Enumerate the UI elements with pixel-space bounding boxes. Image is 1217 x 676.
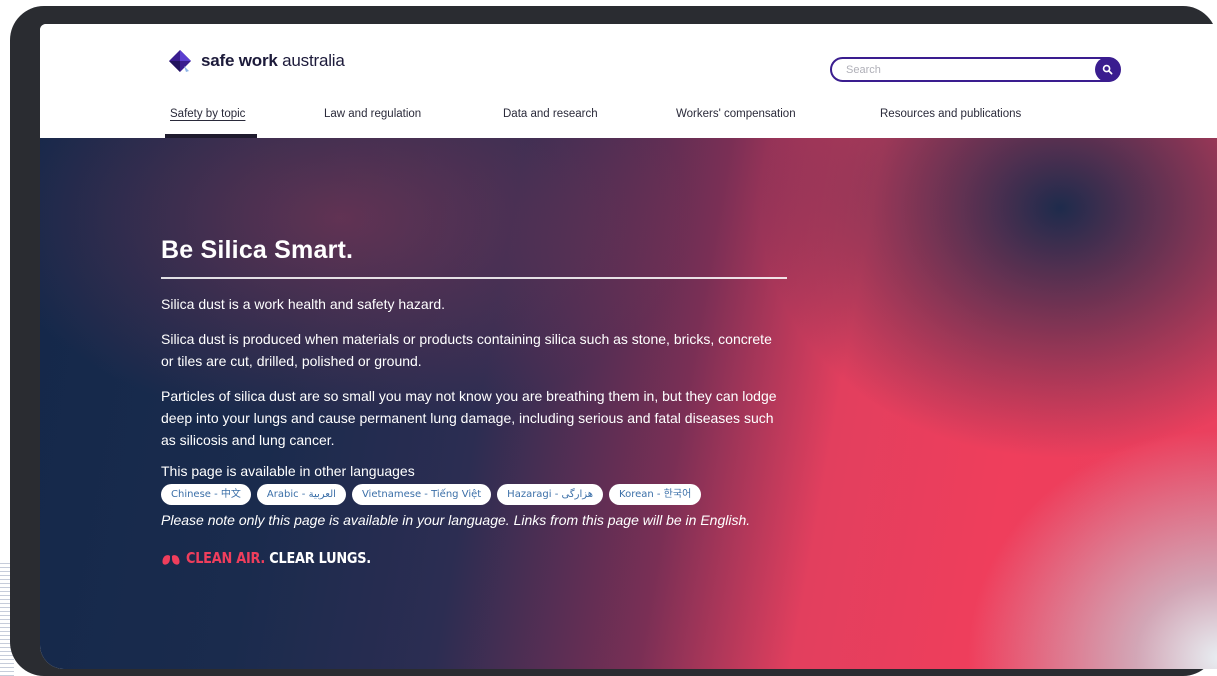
campaign-slogan: CLEAN AIR. CLEAR LUNGS. (186, 548, 371, 567)
lungs-icon (162, 550, 180, 565)
hero-paragraph-3: Particles of silica dust are so small yo… (161, 387, 777, 448)
nav-law-and-regulation[interactable]: Law and regulation (324, 108, 421, 120)
hero-title: Be Silica Smart. (161, 236, 354, 264)
hero-banner: Be Silica Smart. Silica dust is a work h… (40, 138, 1217, 669)
logo-mark-icon (167, 48, 193, 74)
browser-viewport: safe work australia Safety by topic Law … (40, 24, 1217, 669)
logo-wordmark: safe work australia (201, 51, 345, 70)
site-header: safe work australia Safety by topic Law … (40, 24, 1217, 138)
language-link-chinese[interactable]: Chinese - 中文 (161, 483, 251, 505)
language-link-vietnamese[interactable]: Vietnamese - Tiếng Việt (351, 483, 492, 505)
nav-safety-by-topic[interactable]: Safety by topic (170, 108, 245, 120)
language-links: Chinese - 中文 Arabic - العربية Vietnamese… (161, 483, 787, 505)
hero-divider (161, 277, 787, 279)
language-link-hazaragi[interactable]: Hazaragi - هزارگی (497, 483, 604, 505)
hero-content: Be Silica Smart. Silica dust is a work h… (161, 236, 787, 567)
nav-workers-compensation[interactable]: Workers' compensation (676, 108, 796, 120)
language-link-korean[interactable]: Korean - 한국어 (609, 483, 702, 505)
language-note: Please note only this page is available … (161, 511, 751, 528)
campaign-logo: CLEAN AIR. CLEAR LUNGS. (161, 549, 787, 567)
device-frame: safe work australia Safety by topic Law … (10, 6, 1217, 676)
site-logo-link[interactable]: safe work australia (167, 48, 345, 74)
search-input[interactable] (846, 62, 1076, 78)
search-box (830, 57, 1121, 82)
hero-paragraph-1: Silica dust is a work health and safety … (161, 295, 446, 312)
languages-heading: This page is available in other language… (161, 462, 415, 479)
main-nav: Safety by topic Law and regulation Data … (40, 106, 1217, 138)
nav-data-and-research[interactable]: Data and research (503, 108, 598, 120)
nav-resources-and-publications[interactable]: Resources and publications (880, 108, 1021, 120)
language-link-arabic[interactable]: Arabic - العربية (256, 483, 346, 505)
search-icon (1102, 64, 1113, 75)
search-button[interactable] (1095, 57, 1120, 82)
hero-paragraph-2: Silica dust is produced when materials o… (161, 330, 772, 369)
